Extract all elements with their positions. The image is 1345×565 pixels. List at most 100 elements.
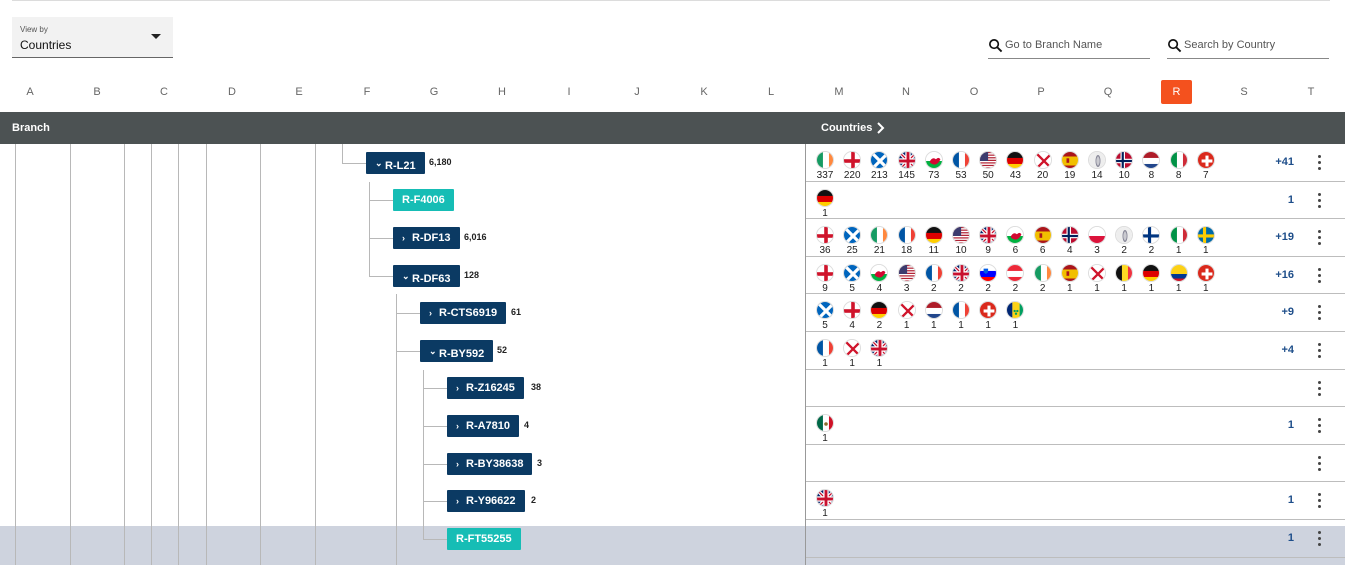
- more-vert-icon[interactable]: [1318, 343, 1322, 359]
- country-entry[interactable]: 145: [897, 151, 917, 182]
- view-by-select[interactable]: View by Countries: [12, 17, 173, 58]
- country-entry[interactable]: 1: [1196, 226, 1216, 257]
- country-entry[interactable]: 337: [815, 151, 835, 182]
- more-countries-link[interactable]: +9: [1281, 306, 1294, 318]
- countries-column-header[interactable]: Countries: [821, 122, 885, 134]
- letter-t[interactable]: T: [1295, 80, 1327, 104]
- country-entry[interactable]: 4: [842, 301, 862, 332]
- letter-c[interactable]: C: [148, 80, 180, 104]
- letter-m[interactable]: M: [823, 80, 855, 104]
- country-entry[interactable]: 1: [815, 188, 835, 220]
- more-vert-icon[interactable]: [1318, 155, 1322, 171]
- country-entry[interactable]: 10: [951, 226, 971, 257]
- country-entry[interactable]: 21: [869, 226, 889, 257]
- more-countries-link[interactable]: 1: [1288, 532, 1294, 544]
- more-countries-link[interactable]: 1: [1288, 494, 1294, 506]
- country-entry[interactable]: 50: [978, 151, 998, 182]
- country-entry[interactable]: 2: [1033, 263, 1053, 295]
- chevron-right-icon[interactable]: ›: [429, 302, 439, 324]
- more-countries-link[interactable]: +16: [1275, 269, 1294, 281]
- country-entry[interactable]: 3: [897, 263, 917, 295]
- country-entry[interactable]: 14: [1087, 151, 1107, 182]
- branch-node-r-by38638[interactable]: › R-BY38638: [447, 453, 533, 475]
- more-vert-icon[interactable]: [1318, 305, 1322, 321]
- country-entry[interactable]: 220: [842, 151, 862, 182]
- chevron-right-icon[interactable]: ›: [456, 490, 466, 512]
- country-entry[interactable]: 2: [951, 263, 971, 295]
- country-entry[interactable]: 1: [842, 339, 862, 370]
- branch-node-r-f4006[interactable]: ›R-F4006: [393, 189, 454, 211]
- branch-search-input[interactable]: [1005, 39, 1135, 51]
- country-entry[interactable]: 25: [842, 226, 862, 257]
- letter-p[interactable]: P: [1025, 80, 1057, 104]
- chevron-right-icon[interactable]: ›: [456, 415, 466, 437]
- country-entry[interactable]: 1: [978, 301, 998, 332]
- country-entry[interactable]: 2: [869, 301, 889, 332]
- country-entry[interactable]: 10: [1114, 151, 1134, 182]
- chevron-right-icon[interactable]: ›: [456, 377, 466, 399]
- more-countries-link[interactable]: 1: [1288, 419, 1294, 431]
- country-entry[interactable]: 6: [1005, 226, 1025, 257]
- country-entry[interactable]: 1: [815, 489, 835, 520]
- letter-e[interactable]: E: [283, 80, 315, 104]
- country-entry[interactable]: 8: [1169, 151, 1189, 182]
- country-entry[interactable]: 18: [897, 226, 917, 257]
- letter-o[interactable]: O: [958, 80, 990, 104]
- country-entry[interactable]: 1: [1169, 263, 1189, 295]
- country-entry[interactable]: 5: [842, 263, 862, 295]
- more-vert-icon[interactable]: [1318, 418, 1322, 434]
- branch-node-r-df13[interactable]: › R-DF13: [393, 227, 460, 249]
- country-entry[interactable]: 1: [815, 414, 835, 445]
- letter-i[interactable]: I: [553, 80, 585, 104]
- letter-l[interactable]: L: [755, 80, 787, 104]
- letter-d[interactable]: D: [216, 80, 248, 104]
- country-entry[interactable]: 1: [815, 339, 835, 370]
- country-entry[interactable]: 6: [1033, 226, 1053, 257]
- more-vert-icon[interactable]: [1318, 230, 1322, 246]
- letter-k[interactable]: K: [688, 80, 720, 104]
- country-entry[interactable]: 36: [815, 226, 835, 257]
- letter-a[interactable]: A: [14, 80, 46, 104]
- country-entry[interactable]: 1: [951, 301, 971, 332]
- country-entry[interactable]: 1: [1087, 263, 1107, 295]
- country-entry[interactable]: 20: [1033, 151, 1053, 182]
- country-entry[interactable]: 8: [1141, 151, 1161, 182]
- chevron-down-icon[interactable]: ⌄: [402, 265, 412, 287]
- more-vert-icon[interactable]: [1318, 380, 1322, 397]
- branch-node-r-y96622[interactable]: › R-Y96622: [447, 490, 525, 512]
- chevron-right-icon[interactable]: ›: [456, 453, 466, 475]
- letter-j[interactable]: J: [621, 80, 653, 104]
- more-countries-link[interactable]: 1: [1288, 194, 1294, 206]
- branch-node-r-cts6919[interactable]: › R-CTS6919: [420, 302, 507, 324]
- country-entry[interactable]: 2: [1141, 226, 1161, 257]
- chevron-down-icon[interactable]: ⌄: [429, 340, 439, 362]
- more-countries-link[interactable]: +4: [1281, 344, 1294, 356]
- letter-r[interactable]: R: [1161, 80, 1192, 104]
- more-vert-icon[interactable]: [1318, 455, 1322, 472]
- country-entry[interactable]: 1: [924, 301, 944, 332]
- chevron-right-icon[interactable]: ›: [402, 227, 412, 249]
- letter-g[interactable]: G: [418, 80, 450, 104]
- country-entry[interactable]: 1: [1060, 263, 1080, 295]
- country-entry[interactable]: 9: [978, 226, 998, 257]
- country-entry[interactable]: 2: [978, 263, 998, 295]
- country-entry[interactable]: 43: [1005, 151, 1025, 182]
- country-entry[interactable]: 4: [1060, 226, 1080, 257]
- branch-node-r-z16245[interactable]: › R-Z16245: [447, 377, 524, 399]
- letter-h[interactable]: H: [486, 80, 518, 104]
- country-entry[interactable]: 1: [1114, 263, 1134, 295]
- country-entry[interactable]: 3: [1087, 226, 1107, 257]
- country-entry[interactable]: 19: [1060, 151, 1080, 182]
- more-vert-icon[interactable]: [1318, 192, 1322, 209]
- country-entry[interactable]: 2: [1005, 263, 1025, 295]
- branch-node-r-by592[interactable]: ⌄ R-BY592: [420, 340, 494, 362]
- country-entry[interactable]: 2: [1114, 226, 1134, 257]
- chevron-down-icon[interactable]: ⌄: [375, 152, 385, 174]
- letter-b[interactable]: B: [81, 80, 113, 104]
- more-vert-icon[interactable]: [1318, 267, 1322, 284]
- branch-node-r-ft55255[interactable]: ›R-FT55255: [447, 528, 521, 550]
- country-entry[interactable]: 1: [1005, 301, 1025, 332]
- country-entry[interactable]: 1: [869, 339, 889, 370]
- country-entry[interactable]: 1: [1141, 263, 1161, 295]
- letter-n[interactable]: N: [890, 80, 922, 104]
